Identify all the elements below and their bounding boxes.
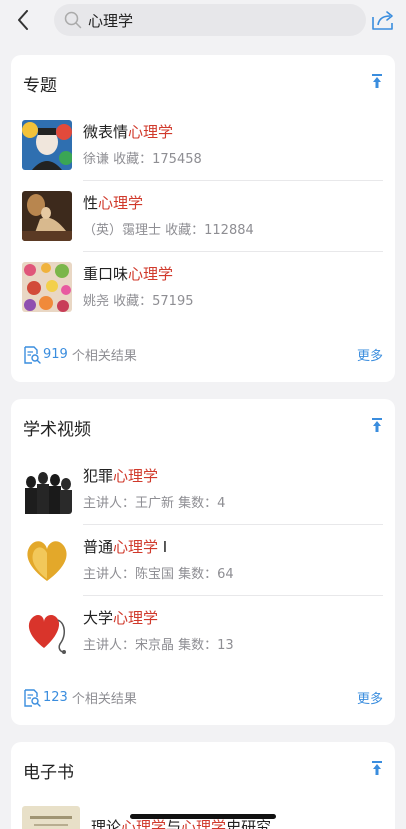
item-meta: 主讲人：陈宝国 集数：64 <box>83 567 234 582</box>
pin-top-icon[interactable] <box>371 73 383 89</box>
item-title: 犯罪心理学 <box>83 467 159 485</box>
item-title: 微表情心理学 <box>83 123 174 141</box>
list-item[interactable]: 大学心理学 主讲人：宋京晶 集数：13 <box>11 596 395 666</box>
item-meta: （英）霭理士 收藏：112884 <box>83 223 254 238</box>
chevron-left-icon <box>18 10 28 30</box>
section-title: 学术视频 <box>23 420 91 440</box>
thumbnail <box>22 606 72 656</box>
thumbnail <box>22 120 72 170</box>
thumbnail <box>22 191 72 241</box>
more-link[interactable]: 更多 <box>357 688 383 707</box>
list-item[interactable]: 重口味心理学 姚尧 收藏：57195 <box>11 252 395 322</box>
result-count: 123 个相关结果 <box>23 688 137 707</box>
item-meta: 姚尧 收藏：57195 <box>83 294 194 309</box>
item-meta: 主讲人：宋京晶 集数：13 <box>83 638 234 653</box>
item-meta: 徐谦 收藏：175458 <box>83 152 202 167</box>
thumbnail <box>22 262 72 312</box>
share-button[interactable] <box>370 8 396 32</box>
more-link[interactable]: 更多 <box>357 345 383 364</box>
share-icon <box>372 11 393 30</box>
thumbnail <box>22 535 72 585</box>
item-title: 普通心理学 I <box>83 538 168 556</box>
thumbnail <box>22 464 72 514</box>
item-title: 大学心理学 <box>83 609 159 627</box>
top-bar: 心理学 <box>0 0 406 42</box>
section-videos: 学术视频 犯罪心理学 主讲人：王广新 集数：4 普通心理学 I 主讲人：陈宝国 … <box>11 399 395 725</box>
book-cover <box>22 806 80 829</box>
pin-top-icon[interactable] <box>371 417 383 433</box>
section-title: 电子书 <box>23 763 74 783</box>
back-button[interactable] <box>12 8 34 32</box>
home-indicator <box>130 814 276 819</box>
search-input[interactable]: 心理学 <box>54 4 366 36</box>
document-search-icon <box>24 688 41 707</box>
item-title: 性心理学 <box>83 194 144 212</box>
item-title: 重口味心理学 <box>83 265 174 283</box>
list-item[interactable]: 普通心理学 I 主讲人：陈宝国 集数：64 <box>11 525 395 595</box>
document-search-icon <box>24 345 41 364</box>
search-icon <box>64 11 82 29</box>
list-item[interactable]: 性心理学 （英）霭理士 收藏：112884 <box>11 181 395 251</box>
pin-top-icon[interactable] <box>371 760 383 776</box>
section-topics: 专题 微表情心理学 徐谦 收藏：175458 性心理学 （英）霭理士 收藏：11… <box>11 55 395 382</box>
list-item[interactable]: 微表情心理学 徐谦 收藏：175458 <box>11 110 395 180</box>
item-meta: 主讲人：王广新 集数：4 <box>83 496 226 511</box>
result-count: 919 个相关结果 <box>23 345 137 364</box>
list-item[interactable]: 犯罪心理学 主讲人：王广新 集数：4 <box>11 454 395 524</box>
section-title: 专题 <box>23 76 57 96</box>
search-query: 心理学 <box>88 11 134 30</box>
